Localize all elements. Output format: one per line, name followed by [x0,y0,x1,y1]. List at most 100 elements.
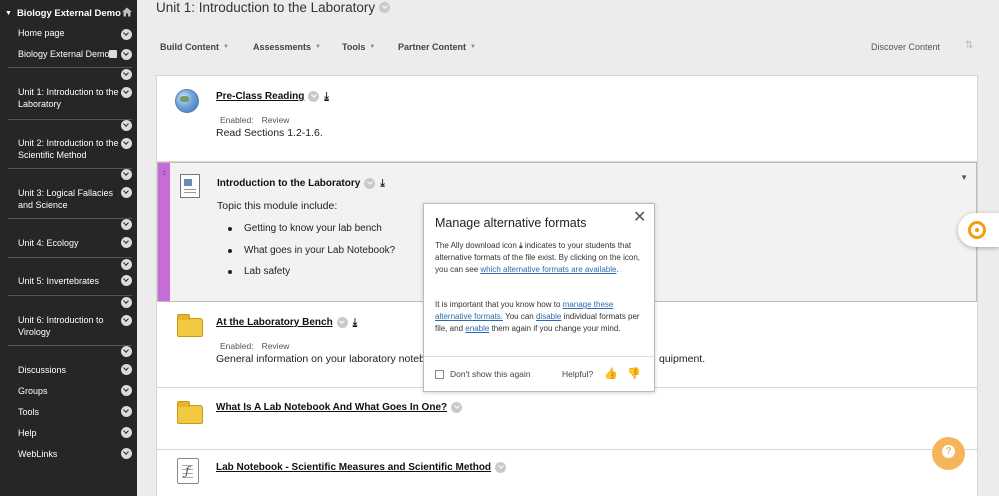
chevron-down-icon[interactable] [121,427,132,438]
item-title-label: At the Laboratory Bench [216,317,333,328]
chevron-down-icon[interactable] [121,346,132,357]
chevron-down-icon: ▼ [369,44,376,50]
sidebar-item-unit-2[interactable]: Unit 2: Introduction to the Scientific M… [18,138,122,161]
chevron-down-icon[interactable] [121,275,132,286]
item-title-link[interactable]: At the Laboratory Bench ⤓ [216,317,357,328]
divider [8,257,132,258]
sidebar-item-help[interactable]: Help [18,428,122,440]
help-button[interactable]: ? [932,437,965,470]
close-icon[interactable]: ✕ [633,210,646,226]
content-item: What Is A Lab Notebook And What Goes In … [157,388,977,450]
ally-download-icon[interactable]: ⤓ [353,317,357,328]
ally-download-icon[interactable]: ⤓ [324,91,328,102]
assessments-menu[interactable]: Assessments ▼ [253,42,321,52]
build-content-menu[interactable]: Build Content ▼ [160,42,229,52]
chevron-down-icon[interactable] [451,402,463,413]
chevron-down-icon[interactable] [336,317,348,328]
sidebar-item-groups[interactable]: Groups [18,386,122,398]
chevron-down-icon[interactable] [121,385,132,396]
chevron-down-icon[interactable] [121,237,132,248]
sidebar-item-unit-3[interactable]: Unit 3: Logical Fallacies and Science [18,188,122,211]
chevron-down-icon[interactable] [121,69,132,80]
sidebar-item-unit-4[interactable]: Unit 4: Ecology [18,238,122,250]
item-title-label: What Is A Lab Notebook And What Goes In … [216,402,448,413]
sidebar-item-biology-external-demo[interactable]: Biology External Demo [18,49,122,61]
dont-show-checkbox[interactable] [435,370,444,379]
popover-text: You can [505,312,534,321]
item-title-link[interactable]: Lab Notebook - Scientific Measures and S… [216,462,507,473]
disable-link[interactable]: disable [536,312,561,321]
sidebar-item-tools[interactable]: Tools [18,407,122,419]
course-sidebar: ▼ Biology External Demo Home page Biolog… [0,0,137,496]
course-title[interactable]: ▼ Biology External Demo [5,8,121,19]
enabled-label: Enabled: [220,341,254,351]
content-item: Lab Notebook - Scientific Measures and S… [157,450,977,496]
item-description-tail: quipment. [659,353,706,365]
content-toolbar: Build Content ▼ Assessments ▼ Tools ▼ Partn… [156,36,978,60]
discover-content-button[interactable]: Discover Content [871,42,940,52]
divider [8,168,132,169]
chevron-down-icon[interactable] [121,120,132,131]
chevron-down-icon[interactable] [121,297,132,308]
collapse-caret-icon[interactable]: ▼ [5,10,12,17]
list-item: Lab safety [228,266,395,277]
web-link-icon [175,89,199,113]
enabled-label: Enabled: [220,115,254,125]
sidebar-item-unit-6[interactable]: Unit 6: Introduction to Virology [18,315,122,338]
sort-icon[interactable]: ⇅ [965,40,973,51]
item-title-label: Lab Notebook - Scientific Measures and S… [216,462,492,473]
partner-content-menu[interactable]: Partner Content ▼ [398,42,476,52]
item-title-link[interactable]: What Is A Lab Notebook And What Goes In … [216,402,463,413]
home-icon[interactable] [121,6,133,18]
item-meta: Enabled: Review [220,115,289,125]
drag-handle-icon[interactable]: ↕ [162,168,166,177]
chevron-down-icon: ▼ [315,44,321,50]
manage-alternative-formats-popover: Manage alternative formats ✕ The Ally do… [423,203,655,392]
chevron-down-icon[interactable] [308,91,320,102]
checkbox-icon[interactable] [109,50,117,58]
chevron-down-icon[interactable] [121,187,132,198]
sidebar-item-unit-5[interactable]: Unit 5: Invertebrates [18,276,122,288]
popover-title: Manage alternative formats [435,216,587,230]
sidebar-item-home-page[interactable]: Home page [18,28,122,40]
chevron-down-icon[interactable] [121,315,132,326]
item-title-label: Introduction to the Laboratory [217,178,361,189]
chevron-down-icon[interactable] [121,259,132,270]
folder-icon [177,314,203,337]
partner-content-label: Partner Content [398,42,467,52]
thumbs-down-icon[interactable]: 👎 [627,367,641,380]
question-icon: ? [942,445,955,458]
chevron-down-icon[interactable] [121,49,132,60]
chevron-down-icon[interactable] [121,29,132,40]
chevron-down-icon[interactable] [121,219,132,230]
assessments-label: Assessments [253,42,312,52]
item-title[interactable]: Introduction to the Laboratory ⤓ [217,178,385,189]
tools-menu[interactable]: Tools ▼ [342,42,375,52]
topic-list: Getting to know your lab bench What goes… [228,223,395,288]
chevron-down-icon[interactable]: ▼ [960,173,968,182]
item-description: General information on your laboratory n… [216,353,425,365]
chevron-down-icon[interactable] [121,364,132,375]
which-formats-link[interactable]: which alternative formats are available [480,265,616,274]
chevron-down-icon[interactable] [121,87,132,98]
helpful-label: Helpful? [562,369,594,379]
chevron-down-icon[interactable] [121,169,132,180]
popover-paragraph-2: It is important that you know how to man… [435,299,647,335]
sidebar-item-weblinks[interactable]: WebLinks [18,449,122,461]
chevron-down-icon[interactable] [379,2,391,13]
item-title-label: Pre-Class Reading [216,91,305,102]
chevron-down-icon[interactable] [495,462,507,473]
chevron-down-icon[interactable] [121,138,132,149]
sidebar-item-unit-1[interactable]: Unit 1: Introduction to the Laboratory [18,87,122,110]
chevron-down-icon[interactable] [364,178,376,189]
ally-feedback-button[interactable] [958,213,999,247]
tools-label: Tools [342,42,366,52]
item-title-link[interactable]: Pre-Class Reading ⤓ [216,91,329,102]
sidebar-item-discussions[interactable]: Discussions [18,365,122,377]
thumbs-up-icon[interactable]: 👍 [604,367,618,380]
chevron-down-icon[interactable] [121,406,132,417]
dont-show-label[interactable]: Don't show this again [450,369,531,379]
ally-download-icon[interactable]: ⤓ [380,178,384,189]
chevron-down-icon[interactable] [121,448,132,459]
enable-link[interactable]: enable [465,324,489,333]
